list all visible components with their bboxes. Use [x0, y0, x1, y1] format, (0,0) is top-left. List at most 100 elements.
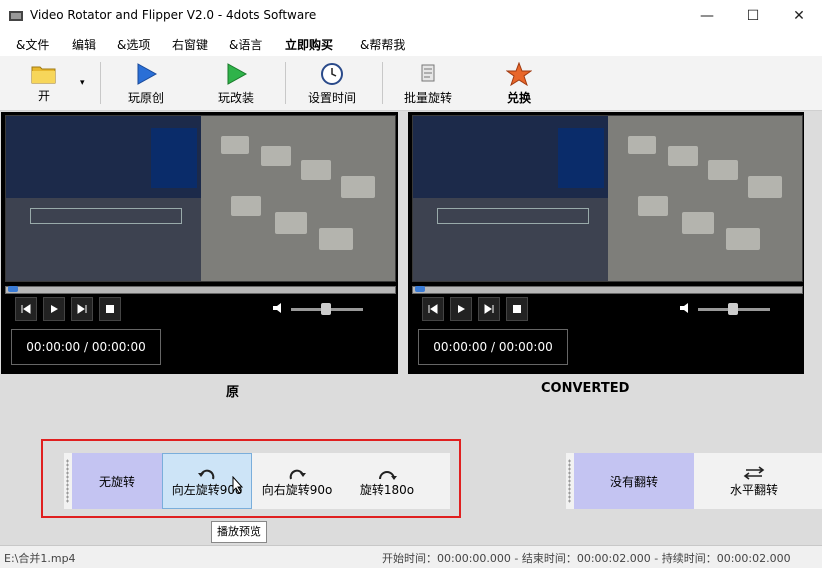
stop-button[interactable]: [99, 297, 121, 321]
menu-file[interactable]: &文件: [16, 36, 49, 53]
rotate-180-icon: [379, 470, 397, 480]
keycap: [726, 228, 760, 250]
rotate-right-icon: [289, 469, 306, 479]
play-blue-icon: [137, 63, 158, 85]
menu-help[interactable]: &帮帮我: [360, 36, 405, 53]
original-seek-bar[interactable]: [5, 286, 396, 294]
keycap: [221, 136, 249, 154]
title-bar: Video Rotator and Flipper V2.0 - 4dots S…: [0, 0, 822, 32]
keycap: [231, 196, 261, 216]
convert-label: 兑换: [506, 91, 531, 105]
prev-frame-button[interactable]: [15, 297, 37, 321]
stop-button[interactable]: [506, 297, 528, 321]
rotation-options: 无旋转 向左旋转90o 向右旋转90o 旋转180o: [64, 453, 450, 509]
video-frame-screen: [413, 116, 608, 281]
flip-options: 没有翻转 水平翻转: [566, 453, 822, 509]
folder-icon: [31, 66, 56, 84]
keycap: [748, 176, 782, 198]
skip-forward-icon: [77, 304, 87, 314]
volume-icon: [273, 303, 281, 313]
menu-edit[interactable]: 编辑: [72, 36, 96, 53]
skip-forward-icon: [484, 304, 494, 314]
video-frame-keyboard: [201, 116, 395, 281]
app-icon: [9, 11, 23, 21]
menu-bar: &文件 编辑 &选项 右窗键 &语言 立即购买 &帮帮我: [0, 32, 822, 56]
keycap: [638, 196, 668, 216]
keycap: [301, 160, 331, 180]
skip-back-icon: [428, 304, 438, 314]
maximize-button[interactable]: ☐: [730, 0, 776, 32]
original-time-display: 00:00:00 / 00:00:00: [11, 329, 161, 365]
tooltip: 播放预览: [211, 521, 267, 543]
volume-knob[interactable]: [321, 303, 331, 315]
play-converted-button[interactable]: 玩改装: [208, 58, 264, 108]
keycap: [682, 212, 714, 234]
set-time-label: 设置时间: [307, 91, 356, 105]
original-video-display: [5, 115, 396, 282]
close-button[interactable]: ✕: [776, 0, 822, 32]
toolbar-separator: [382, 62, 383, 104]
prev-frame-button[interactable]: [422, 297, 444, 321]
volume-knob[interactable]: [728, 303, 738, 315]
scroll-icon: [421, 64, 435, 82]
convert-star-icon: [506, 62, 532, 86]
keycap: [261, 146, 291, 166]
video-frame-glow: [558, 128, 604, 188]
no-rotation-label: 无旋转: [98, 474, 135, 489]
toolbar-grip[interactable]: [568, 459, 571, 503]
minimize-button[interactable]: —: [684, 0, 730, 32]
open-button[interactable]: 开: [24, 58, 64, 108]
menu-language[interactable]: &语言: [229, 36, 262, 53]
play-green-icon: [227, 63, 248, 85]
seek-knob[interactable]: [8, 286, 18, 292]
rotate-180-label: 旋转180o: [359, 482, 415, 497]
window-title: Video Rotator and Flipper V2.0 - 4dots S…: [30, 8, 317, 22]
set-time-button[interactable]: 设置时间: [302, 58, 362, 108]
convert-button[interactable]: 兑换: [494, 58, 544, 108]
play-converted-label: 玩改装: [217, 91, 254, 105]
menu-options[interactable]: &选项: [117, 36, 150, 53]
next-frame-button[interactable]: [478, 297, 500, 321]
clock-icon: [321, 63, 343, 85]
toolbar-grip[interactable]: [66, 459, 69, 503]
batch-rotate-label: 批量旋转: [403, 91, 452, 105]
play-button[interactable]: [43, 297, 65, 321]
rotate-right-90-button[interactable]: 向右旋转90o: [252, 453, 342, 509]
menu-right-click[interactable]: 右窗键: [172, 36, 208, 53]
video-frame-keyboard: [608, 116, 802, 281]
keycap: [275, 212, 307, 234]
play-button[interactable]: [450, 297, 472, 321]
keycap: [668, 146, 698, 166]
converted-video-pane: 00:00:00 / 00:00:00: [408, 112, 804, 374]
flip-horizontal-label: 水平翻转: [729, 482, 778, 497]
skip-back-icon: [21, 304, 31, 314]
original-label: 原: [226, 385, 240, 400]
menu-buy-now[interactable]: 立即购买: [285, 36, 333, 53]
mouse-cursor-icon: [232, 476, 244, 494]
no-flip-button[interactable]: 没有翻转: [574, 453, 694, 509]
no-rotation-button[interactable]: 无旋转: [72, 453, 162, 509]
seek-knob[interactable]: [415, 286, 425, 292]
video-frame-glow: [151, 128, 197, 188]
video-frame-screen: [6, 116, 201, 281]
rotate-right-90-label: 向右旋转90o: [261, 482, 333, 497]
no-flip-label: 没有翻转: [609, 474, 658, 489]
open-dropdown-icon[interactable]: ▾: [80, 78, 85, 88]
play-original-button[interactable]: 玩原创: [118, 58, 174, 108]
converted-label: CONVERTED: [541, 381, 630, 396]
stop-icon: [106, 305, 114, 313]
keycap: [341, 176, 375, 198]
converted-seek-bar[interactable]: [412, 286, 803, 294]
keycap: [708, 160, 738, 180]
batch-rotate-button[interactable]: 批量旋转: [398, 58, 458, 108]
play-original-label: 玩原创: [127, 91, 164, 105]
converted-time-display: 00:00:00 / 00:00:00: [418, 329, 568, 365]
next-frame-button[interactable]: [71, 297, 93, 321]
stop-icon: [513, 305, 521, 313]
rotate-180-button[interactable]: 旋转180o: [342, 453, 432, 509]
toolbar-separator: [100, 62, 101, 104]
keycap: [628, 136, 656, 154]
flip-horizontal-button[interactable]: 水平翻转: [694, 453, 814, 509]
rotate-left-icon: [198, 469, 215, 479]
play-icon: [51, 305, 58, 313]
